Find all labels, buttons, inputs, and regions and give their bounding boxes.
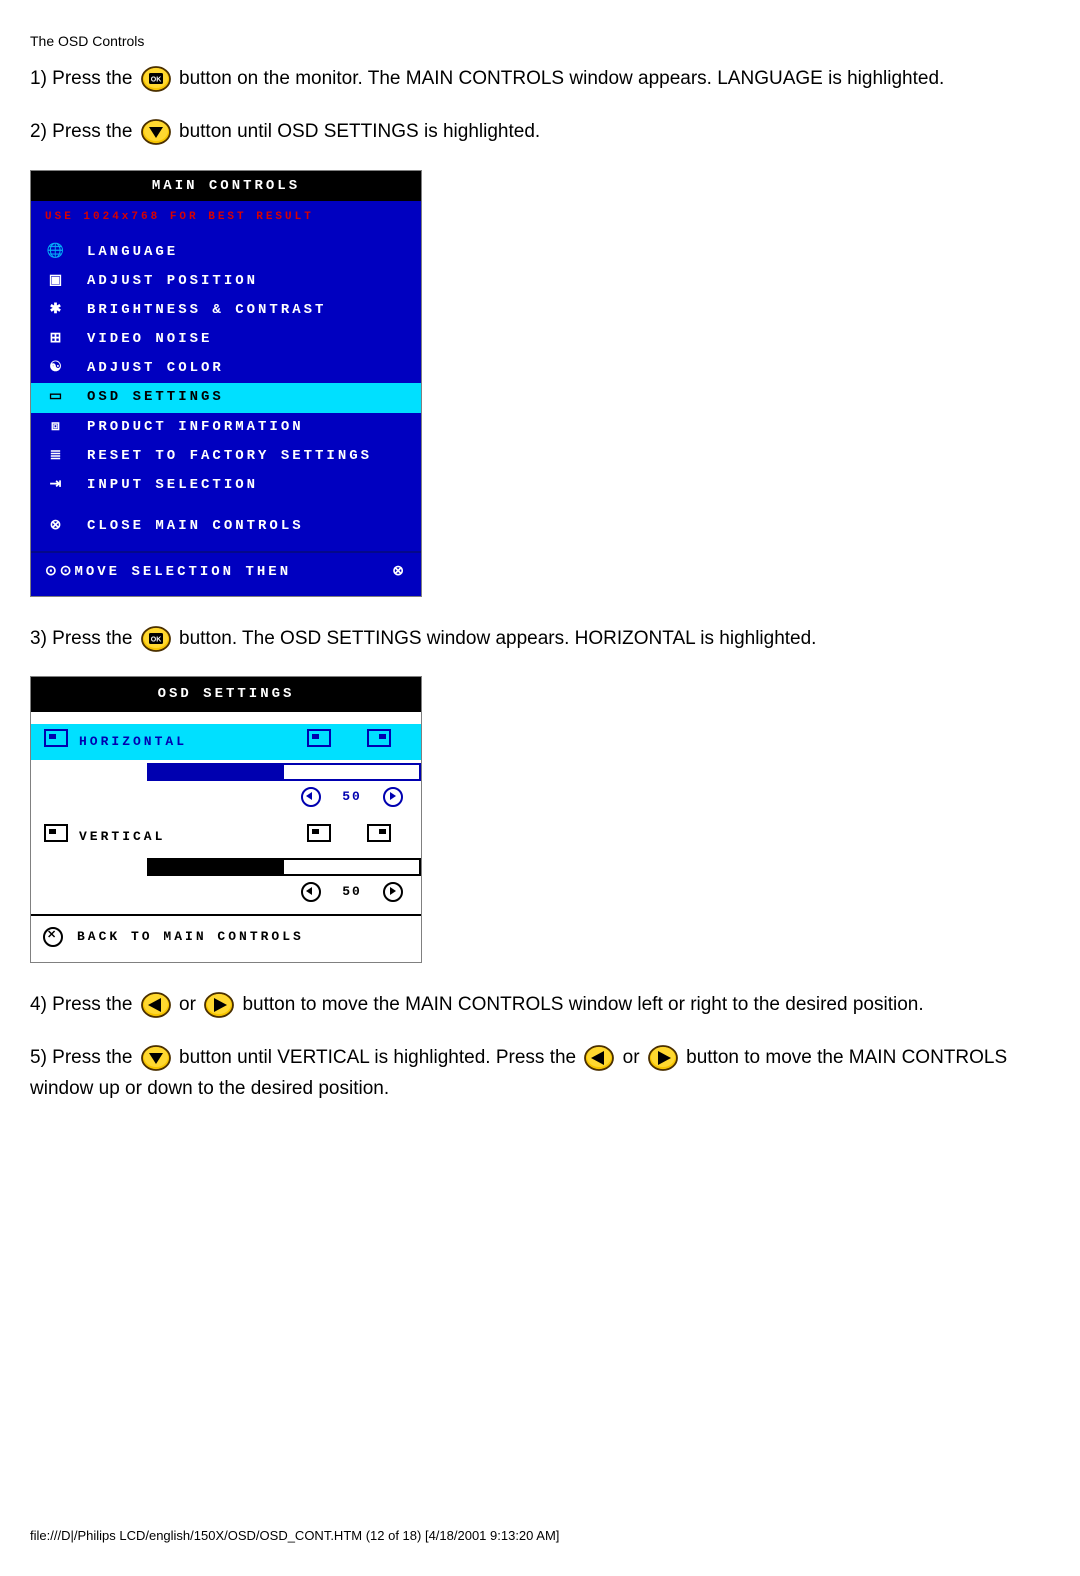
osd-settings-title: OSD SETTINGS: [31, 677, 421, 712]
menu-item-video-noise[interactable]: ⊞ VIDEO NOISE: [31, 325, 421, 354]
left-button-icon: [141, 992, 171, 1018]
pos-top-icon: [289, 824, 349, 849]
menu-item-label: PRODUCT INFORMATION: [69, 416, 304, 439]
osd-row-label: HORIZONTAL: [69, 731, 289, 752]
menu-item-adjust-position[interactable]: ▣ ADJUST POSITION: [31, 267, 421, 296]
increase-icon[interactable]: [383, 787, 403, 807]
ok-button-icon: [141, 626, 171, 652]
back-icon: [43, 927, 63, 947]
menu-item-language[interactable]: 🌐 LANGUAGE: [31, 238, 421, 267]
menu-item-label: INPUT SELECTION: [69, 474, 258, 497]
decrease-icon[interactable]: [301, 882, 321, 902]
vertical-icon: [43, 824, 69, 849]
menu-item-label: ADJUST POSITION: [69, 270, 258, 293]
horizontal-adjust-row: 50: [31, 784, 421, 819]
right-button-icon: [204, 992, 234, 1018]
step-5-text-c: or: [623, 1047, 645, 1068]
main-controls-title: MAIN CONTROLS: [31, 171, 421, 201]
menu-item-label: RESET TO FACTORY SETTINGS: [69, 445, 372, 468]
menu-item-label: VIDEO NOISE: [69, 328, 212, 351]
menu-item-label: OSD SETTINGS: [69, 386, 224, 409]
menu-item-input-selection[interactable]: ⇥ INPUT SELECTION: [31, 471, 421, 500]
step-3-text-b: button. The OSD SETTINGS window appears.…: [179, 628, 816, 649]
menu-item-reset-factory[interactable]: ≣ RESET TO FACTORY SETTINGS: [31, 442, 421, 471]
increase-icon[interactable]: [383, 882, 403, 902]
ok-button-icon: [141, 66, 171, 92]
adjust-color-icon: ☯: [45, 357, 69, 380]
osd-settings-panel: OSD SETTINGS HORIZONTAL 50 VERTICAL 50 B…: [30, 676, 422, 962]
pos-right-icon: [349, 729, 409, 754]
menu-item-brightness-contrast[interactable]: ✱ BRIGHTNESS & CONTRAST: [31, 296, 421, 325]
osd-row-vertical[interactable]: VERTICAL: [31, 819, 421, 854]
menu-item-product-info[interactable]: ⧈ PRODUCT INFORMATION: [31, 413, 421, 442]
main-controls-hint: USE 1024x768 FOR BEST RESULT: [31, 201, 421, 238]
language-icon: 🌐: [45, 241, 69, 264]
step-5-text-b: button until VERTICAL is highlighted. Pr…: [179, 1047, 581, 1068]
right-button-icon: [648, 1045, 678, 1071]
menu-item-label: BRIGHTNESS & CONTRAST: [69, 299, 326, 322]
horizontal-icon: [43, 729, 69, 754]
file-path-footer: file:///D|/Philips LCD/english/150X/OSD/…: [30, 1525, 1050, 1546]
footer-end-icon: ⊗: [392, 561, 407, 584]
step-5-text-a: 5) Press the: [30, 1047, 138, 1068]
horizontal-bar: [147, 763, 421, 781]
decrease-icon[interactable]: [301, 787, 321, 807]
step-4-text-b: or: [179, 994, 201, 1015]
reset-icon: ≣: [45, 445, 69, 468]
close-icon: ⊗: [45, 515, 69, 538]
main-controls-footer: ⊙⊙ MOVE SELECTION THEN ⊗: [31, 551, 421, 596]
step-1: 1) Press the button on the monitor. The …: [30, 63, 1050, 94]
adjust-position-icon: ▣: [45, 270, 69, 293]
doc-title: The OSD Controls: [30, 30, 1050, 53]
step-2-text-b: button until OSD SETTINGS is highlighted…: [179, 121, 540, 142]
step-2: 2) Press the button until OSD SETTINGS i…: [30, 116, 1050, 147]
menu-item-adjust-color[interactable]: ☯ ADJUST COLOR: [31, 354, 421, 383]
main-controls-panel: MAIN CONTROLS USE 1024x768 FOR BEST RESU…: [30, 170, 422, 597]
menu-item-label: LANGUAGE: [69, 241, 178, 264]
footer-text: MOVE SELECTION THEN: [74, 561, 392, 584]
horizontal-value: 50: [321, 786, 383, 807]
osd-row-horizontal[interactable]: HORIZONTAL: [31, 724, 421, 759]
osd-settings-footer[interactable]: BACK TO MAIN CONTROLS: [31, 914, 421, 961]
osd-row-label: VERTICAL: [69, 826, 289, 847]
down-button-icon: [141, 1045, 171, 1071]
pos-left-icon: [289, 729, 349, 754]
step-2-text-a: 2) Press the: [30, 121, 138, 142]
product-info-icon: ⧈: [45, 416, 69, 439]
step-5: 5) Press the button until VERTICAL is hi…: [30, 1042, 1050, 1105]
step-4: 4) Press the or button to move the MAIN …: [30, 989, 1050, 1020]
main-controls-menu: 🌐 LANGUAGE ▣ ADJUST POSITION ✱ BRIGHTNES…: [31, 238, 421, 551]
nav-icons: ⊙⊙: [45, 561, 74, 584]
vertical-adjust-row: 50: [31, 879, 421, 914]
menu-item-label: CLOSE MAIN CONTROLS: [69, 515, 304, 538]
video-noise-icon: ⊞: [45, 328, 69, 351]
step-3-text-a: 3) Press the: [30, 628, 138, 649]
input-selection-icon: ⇥: [45, 474, 69, 497]
back-label: BACK TO MAIN CONTROLS: [63, 926, 304, 947]
vertical-value: 50: [321, 881, 383, 902]
left-button-icon: [584, 1045, 614, 1071]
step-3: 3) Press the button. The OSD SETTINGS wi…: [30, 623, 1050, 654]
step-4-text-c: button to move the MAIN CONTROLS window …: [242, 994, 923, 1015]
brightness-icon: ✱: [45, 299, 69, 322]
menu-item-close[interactable]: ⊗ CLOSE MAIN CONTROLS: [31, 512, 421, 541]
menu-item-osd-settings[interactable]: ▭ OSD SETTINGS: [31, 383, 421, 412]
pos-bottom-icon: [349, 824, 409, 849]
vertical-bar: [147, 858, 421, 876]
down-button-icon: [141, 119, 171, 145]
menu-item-label: ADJUST COLOR: [69, 357, 224, 380]
osd-settings-icon: ▭: [45, 386, 69, 409]
step-1-text-b: button on the monitor. The MAIN CONTROLS…: [179, 68, 944, 89]
step-4-text-a: 4) Press the: [30, 994, 138, 1015]
step-1-text-a: 1) Press the: [30, 68, 138, 89]
